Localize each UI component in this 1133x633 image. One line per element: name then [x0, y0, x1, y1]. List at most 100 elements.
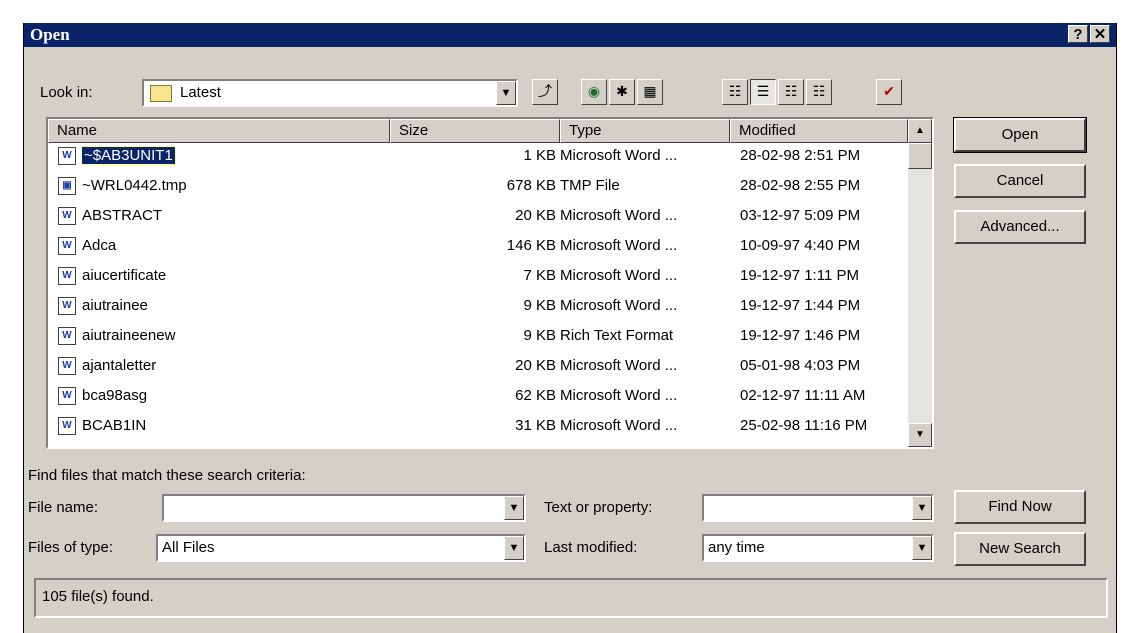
- file-type: Microsoft Word ...: [560, 297, 678, 314]
- column-header-modified[interactable]: Modified: [730, 119, 908, 143]
- chevron-down-icon[interactable]: ▼: [504, 496, 524, 520]
- search-web-icon[interactable]: ◉: [581, 79, 607, 105]
- file-size: 146 KB: [506, 237, 556, 254]
- file-size: 9 KB: [523, 297, 556, 314]
- file-row[interactable]: Wbca98asg 62 KB Microsoft Word ... 02-12-97…: [48, 383, 908, 409]
- look-in-value: Latest: [180, 84, 221, 101]
- file-row[interactable]: Wajantaletter 20 KB Microsoft Word ... 05-0…: [48, 353, 908, 379]
- preview-view-icon[interactable]: ☷: [806, 79, 832, 105]
- commands-and-settings-icon[interactable]: ✔: [876, 79, 902, 105]
- file-type: Microsoft Word ...: [560, 357, 678, 374]
- file-name-cell: BCAB1IN: [82, 413, 382, 439]
- list-view-icon[interactable]: ☷: [722, 79, 748, 105]
- chevron-down-icon[interactable]: ▼: [496, 81, 516, 105]
- file-name: ABSTRACT: [82, 207, 163, 224]
- file-row[interactable]: W ABSTRACT 20 KB Microsoft Word ... 03-12-97…: [48, 203, 908, 229]
- word-doc-icon: W: [58, 297, 76, 315]
- file-size: 20 KB: [515, 357, 556, 374]
- help-button[interactable]: ?: [1068, 25, 1088, 43]
- chevron-down-icon[interactable]: ▼: [912, 496, 932, 520]
- word-doc-icon: W: [58, 237, 76, 255]
- details-view-icon[interactable]: ☰: [750, 79, 776, 105]
- file-name: BCAB1IN: [82, 417, 147, 434]
- file-modified: 19-12-97 1:44 PM: [740, 297, 861, 314]
- file-modified: 10-09-97 4:40 PM: [740, 237, 861, 254]
- word-doc-icon: W: [58, 417, 76, 435]
- file-name: ~WRL0442.tmp: [82, 177, 187, 194]
- files-of-type-label: Files of type:: [28, 539, 114, 556]
- word-doc-icon: W: [58, 357, 76, 375]
- look-in-favorites-icon[interactable]: ✱: [609, 79, 635, 105]
- file-type: Microsoft Word ...: [560, 387, 678, 404]
- chevron-down-icon[interactable]: ▼: [912, 536, 932, 560]
- file-type: Microsoft Word ...: [560, 237, 678, 254]
- chevron-down-icon[interactable]: ▼: [504, 536, 524, 560]
- file-size: 9 KB: [523, 327, 556, 344]
- file-modified: 03-12-97 5:09 PM: [740, 207, 861, 224]
- up-one-level-icon[interactable]: ⤴: [532, 79, 558, 105]
- last-modified-label: Last modified:: [544, 539, 638, 556]
- last-modified-dropdown[interactable]: any time ▼: [702, 534, 934, 562]
- file-type: Microsoft Word ...: [560, 417, 678, 434]
- files-of-type-dropdown[interactable]: All Files ▼: [156, 534, 526, 562]
- file-modified: 19-12-97 1:11 PM: [740, 267, 859, 284]
- file-name-cell: Adca: [82, 233, 382, 259]
- column-header-type[interactable]: Type: [560, 119, 730, 143]
- search-criteria-heading: Find files that match these search crite…: [28, 467, 306, 484]
- close-button[interactable]: ✕: [1090, 25, 1110, 43]
- file-type: Microsoft Word ...: [560, 207, 678, 224]
- file-name-cell: ajantaletter: [82, 353, 382, 379]
- file-row[interactable]: Waiutraineenew 9 KB Rich Text Format 19-12-…: [48, 323, 908, 349]
- file-name-cell: aiucertificate: [82, 263, 382, 289]
- open-button[interactable]: Open: [953, 117, 1087, 153]
- cancel-button[interactable]: Cancel: [954, 164, 1086, 198]
- word-doc-icon: W: [58, 267, 76, 285]
- vertical-scrollbar[interactable]: ▲ ▼: [908, 119, 932, 447]
- title-bar[interactable]: Open ? ✕: [24, 23, 1116, 47]
- file-name: Adca: [82, 237, 117, 254]
- text-property-field[interactable]: ▼: [702, 494, 934, 522]
- word-doc-icon: W: [58, 207, 76, 225]
- file-name: ajantaletter: [82, 357, 157, 374]
- file-row[interactable]: W ~$AB3UNIT1 1 KB Microsoft Word ... 28-02-9…: [48, 143, 908, 169]
- file-name: aiutraineenew: [82, 327, 176, 344]
- file-type: Rich Text Format: [560, 327, 674, 344]
- files-of-type-value: All Files: [162, 539, 215, 556]
- advanced-button[interactable]: Advanced...: [954, 210, 1086, 244]
- add-to-favorites-icon[interactable]: ▦: [637, 79, 663, 105]
- file-size: 7 KB: [523, 267, 556, 284]
- column-header-name[interactable]: Name: [48, 119, 390, 143]
- file-name: ~$AB3UNIT1: [82, 146, 176, 165]
- file-name-cell: aiutrainee: [82, 293, 382, 319]
- file-row[interactable]: W Adca 146 KB Microsoft Word ... 10-09-97 4:…: [48, 233, 908, 259]
- status-text: 105 file(s) found.: [42, 588, 154, 605]
- scroll-thumb[interactable]: [908, 143, 932, 169]
- file-name-cell: bca98asg: [82, 383, 382, 409]
- file-row[interactable]: Waiutrainee 9 KB Microsoft Word ... 19-12-9…: [48, 293, 908, 319]
- file-row[interactable]: Waiucertificate 7 KB Microsoft Word ... 19-…: [48, 263, 908, 289]
- file-list[interactable]: Name Size Type Modified W ~$AB3UNIT1 1 KB M…: [46, 117, 934, 449]
- column-header-size[interactable]: Size: [390, 119, 560, 143]
- properties-view-icon[interactable]: ☷: [778, 79, 804, 105]
- look-in-label: Look in:: [40, 84, 93, 101]
- file-modified: 25-02-98 11:16 PM: [740, 417, 868, 434]
- file-modified: 19-12-97 1:46 PM: [740, 327, 861, 344]
- find-now-button[interactable]: Find Now: [954, 490, 1086, 524]
- look-in-dropdown[interactable]: Latest ▼: [142, 79, 518, 107]
- file-type: TMP File: [560, 177, 620, 194]
- file-name: bca98asg: [82, 387, 148, 404]
- file-name: aiucertificate: [82, 267, 167, 284]
- open-dialog: Open ? ✕ Look in: Latest ▼ ⤴ ◉ ✱ ▦ ☷ ☰ ☷…: [23, 23, 1117, 633]
- file-row[interactable]: ▣ ~WRL0442.tmp 678 KB TMP File 28-02-98 2:55…: [48, 173, 908, 199]
- status-bar: 105 file(s) found.: [34, 578, 1108, 618]
- file-row[interactable]: W BCAB1IN 31 KB Microsoft Word ... 25-02-98 …: [48, 413, 908, 439]
- scroll-down-icon[interactable]: ▼: [908, 423, 932, 447]
- window-title: Open: [30, 25, 70, 44]
- file-name-cell: ~WRL0442.tmp: [82, 173, 382, 199]
- file-name-cell: ~$AB3UNIT1: [82, 143, 382, 169]
- file-modified: 28-02-98 2:51 PM: [740, 147, 861, 164]
- new-search-button[interactable]: New Search: [954, 532, 1086, 566]
- file-size: 20 KB: [515, 207, 556, 224]
- file-name-field[interactable]: ▼: [162, 494, 526, 522]
- scroll-up-icon[interactable]: ▲: [908, 119, 932, 143]
